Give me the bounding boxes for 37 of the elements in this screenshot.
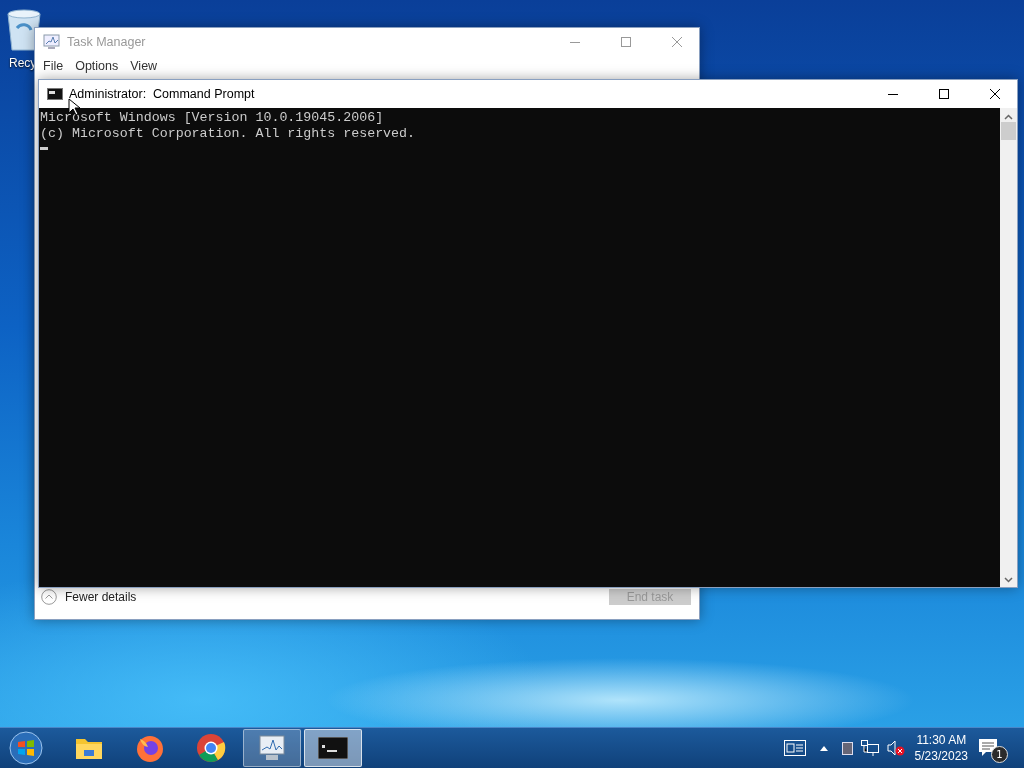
windows-orb-icon — [9, 731, 43, 765]
news-icon[interactable] — [783, 740, 806, 756]
minimize-icon — [569, 41, 580, 43]
chrome-icon — [196, 733, 226, 763]
scrollbar-thumb[interactable] — [1001, 122, 1016, 140]
console-icon — [318, 737, 348, 759]
close-icon — [671, 37, 682, 47]
menu-item[interactable]: View — [126, 59, 162, 73]
menu-item[interactable]: File — [39, 59, 68, 73]
date-text: 5/23/2023 — [914, 748, 968, 764]
text-cursor — [40, 147, 48, 150]
console-line: (c) Microsoft Corporation. All rights reserved. — [40, 126, 417, 142]
window-title: Task Manager — [67, 35, 147, 49]
window-title: Administrator: Command Prompt — [69, 87, 256, 101]
scroll-down-icon[interactable] — [1004, 577, 1013, 583]
network-icon[interactable] — [860, 740, 879, 756]
clock[interactable]: 11:30 AM 5/23/2023 — [914, 732, 968, 764]
tablet-icon[interactable] — [841, 741, 853, 755]
taskbar-app-button[interactable] — [304, 729, 362, 767]
chevron-up-icon[interactable] — [41, 589, 57, 605]
maximize-icon — [938, 89, 949, 99]
muted-speaker-icon[interactable] — [886, 740, 905, 756]
monitor-chart-icon — [43, 34, 61, 50]
folder-icon — [75, 736, 103, 760]
menu-item[interactable]: Options — [71, 59, 123, 73]
fewer-details-link[interactable]: Fewer details — [65, 590, 601, 604]
close-icon — [989, 89, 1000, 99]
time-text: 11:30 AM — [916, 732, 967, 748]
maximize-icon — [620, 37, 631, 47]
firefox-icon — [135, 733, 165, 763]
monitor-chart-icon — [257, 734, 287, 762]
caret-up-icon[interactable] — [819, 745, 828, 751]
minimize-icon — [887, 93, 898, 95]
scroll-up-icon[interactable] — [1004, 114, 1013, 120]
console-line: Microsoft Windows [Version 10.0.19045.2006] — [40, 110, 385, 126]
console-icon — [47, 88, 63, 100]
notification-count: 1 — [991, 746, 1008, 763]
